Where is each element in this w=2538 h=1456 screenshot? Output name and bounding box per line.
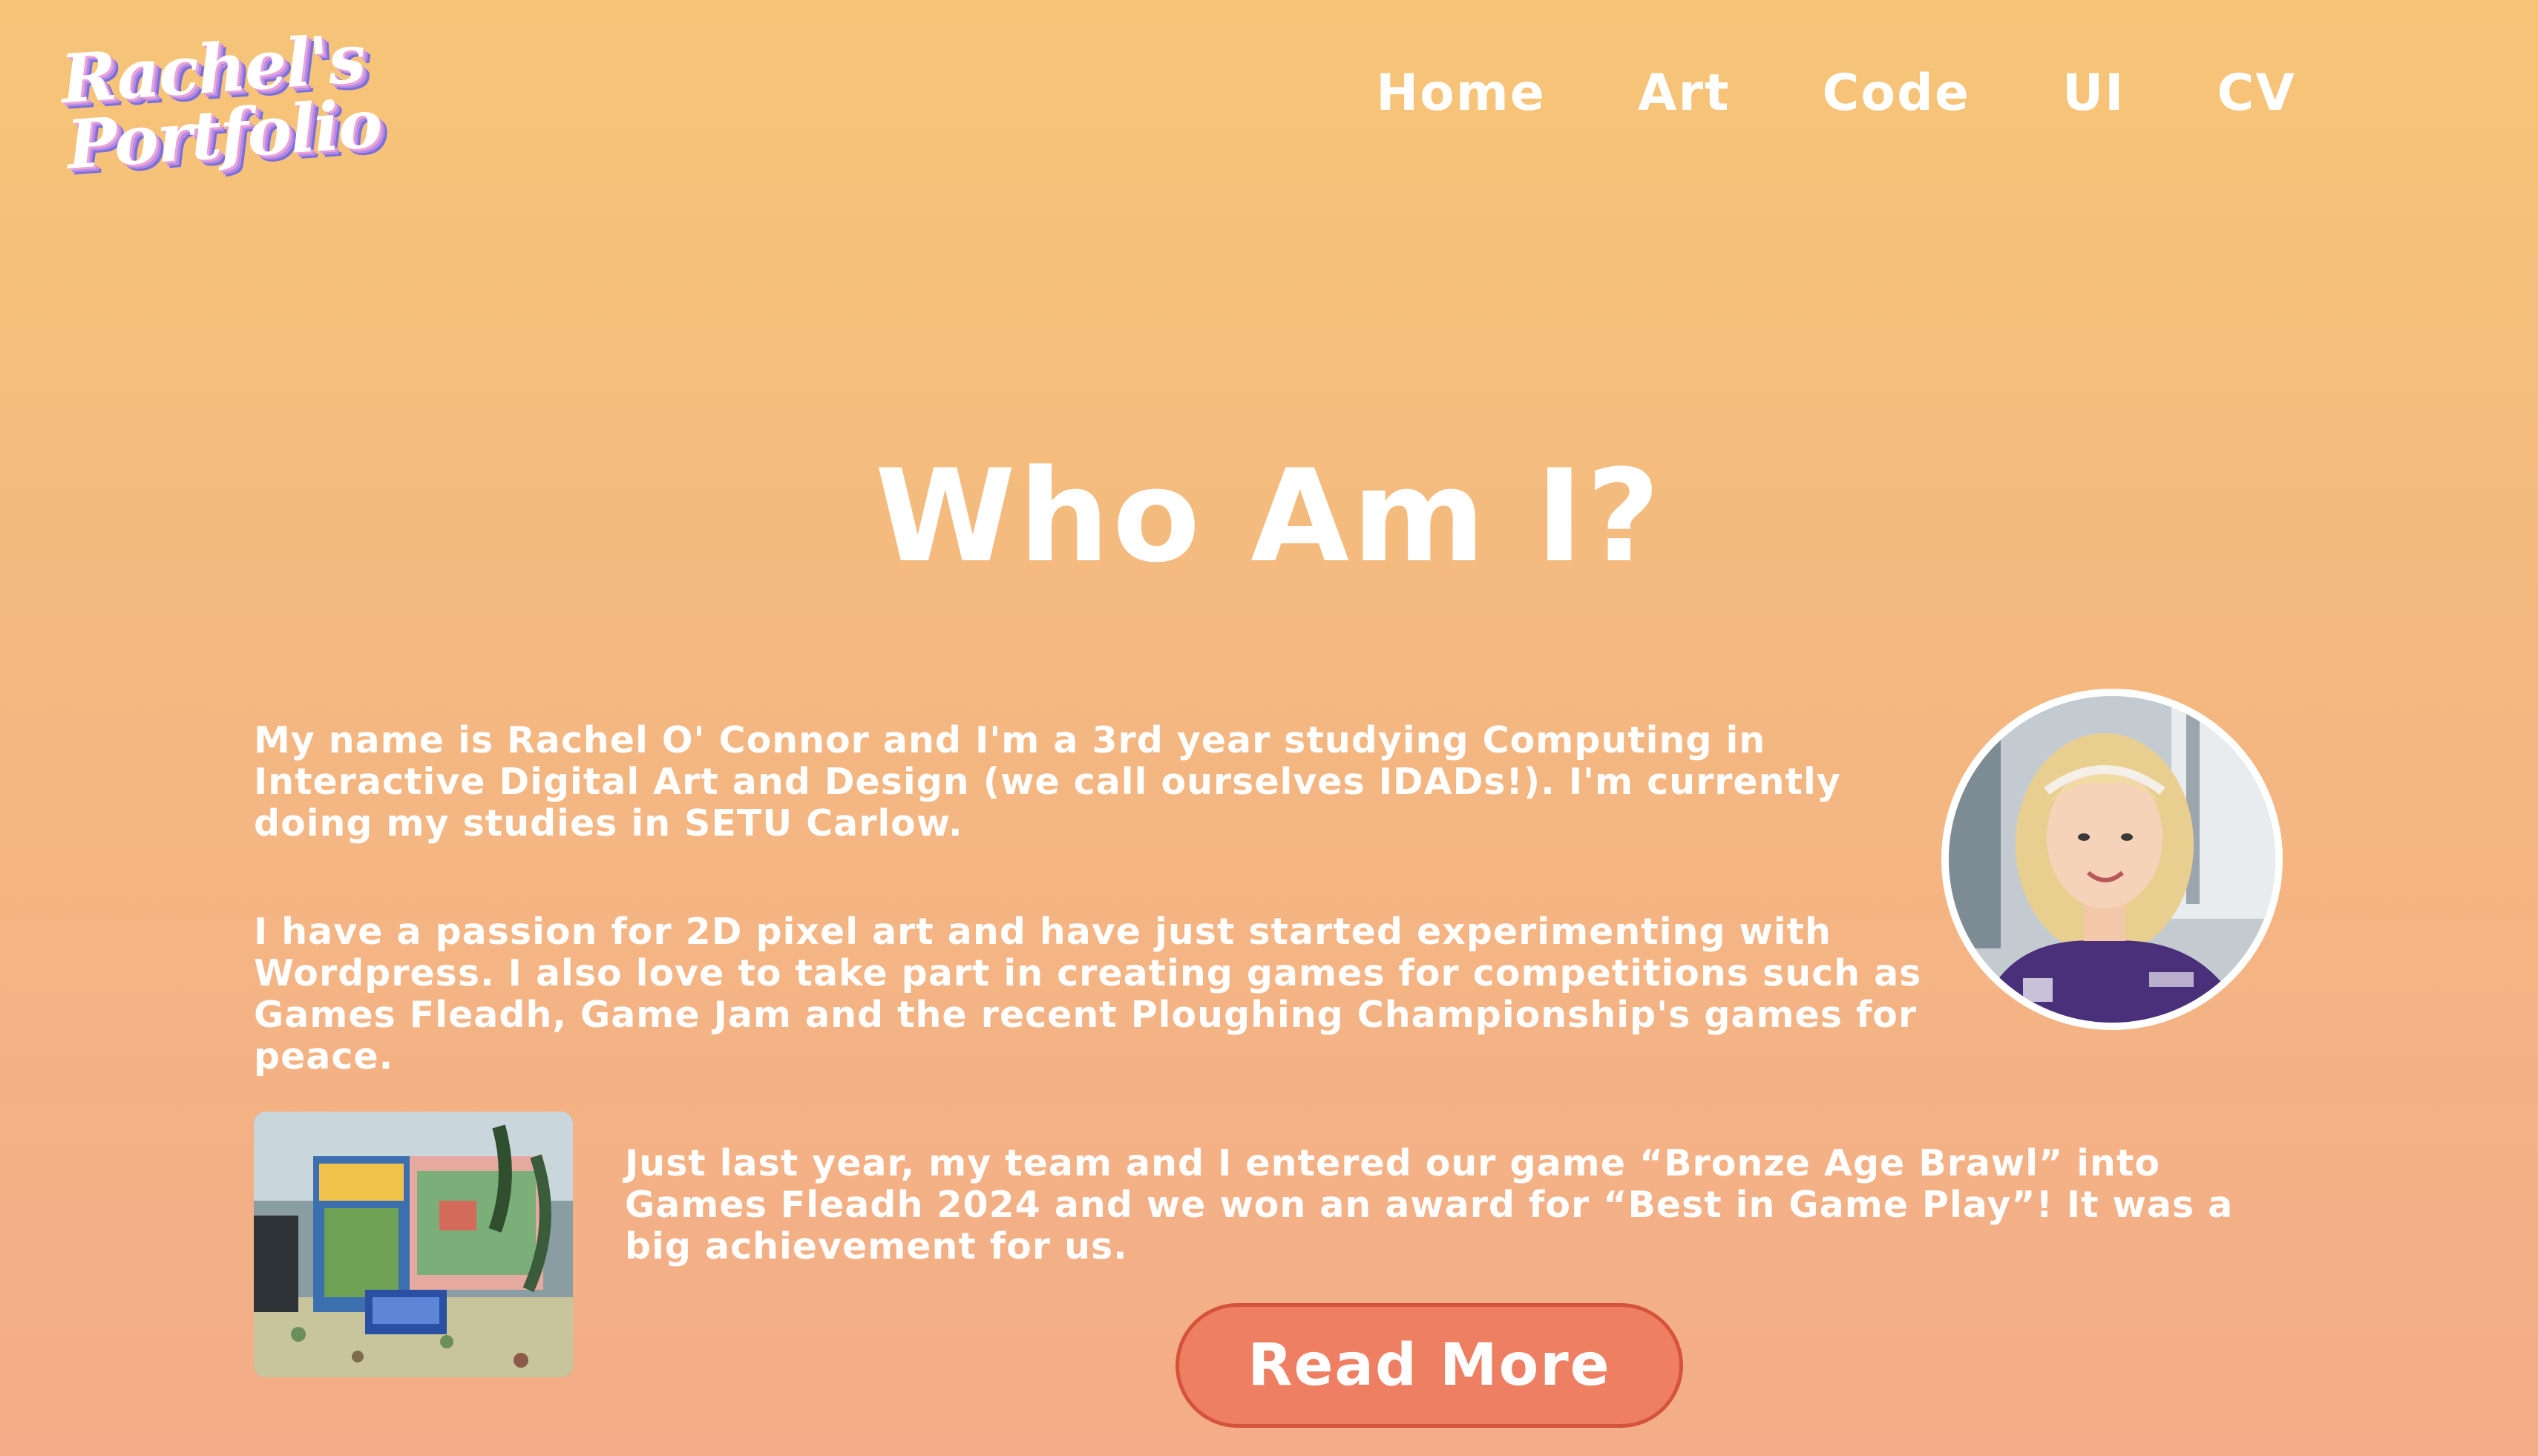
intro-paragraph: My name is Rachel O' Connor and I'm a 3r…: [254, 719, 1841, 845]
profile-photo: [1941, 689, 2283, 1030]
award-paragraph: Just last year, my team and I entered ou…: [625, 1142, 2234, 1268]
nav-item-ui[interactable]: UI: [2062, 68, 2125, 119]
site-logo[interactable]: Rachel's Portfolio: [59, 19, 384, 185]
nav-item-home[interactable]: Home: [1376, 68, 1546, 119]
page-title: Who Am I?: [874, 442, 1664, 591]
logo-line-2: Portfolio: [64, 84, 384, 185]
game-award-photo: [254, 1112, 573, 1377]
passion-paragraph: I have a passion for 2D pixel art and ha…: [254, 911, 1922, 1078]
nav-item-code[interactable]: Code: [1823, 68, 1970, 119]
profile-photo-illustration: [1949, 696, 2275, 1023]
main-nav: Home Art Code UI CV: [1376, 68, 2296, 119]
read-more-button[interactable]: Read More: [1175, 1303, 1683, 1428]
nav-item-cv[interactable]: CV: [2217, 68, 2296, 119]
nav-item-art[interactable]: Art: [1638, 68, 1731, 119]
game-award-illustration: [254, 1112, 573, 1377]
